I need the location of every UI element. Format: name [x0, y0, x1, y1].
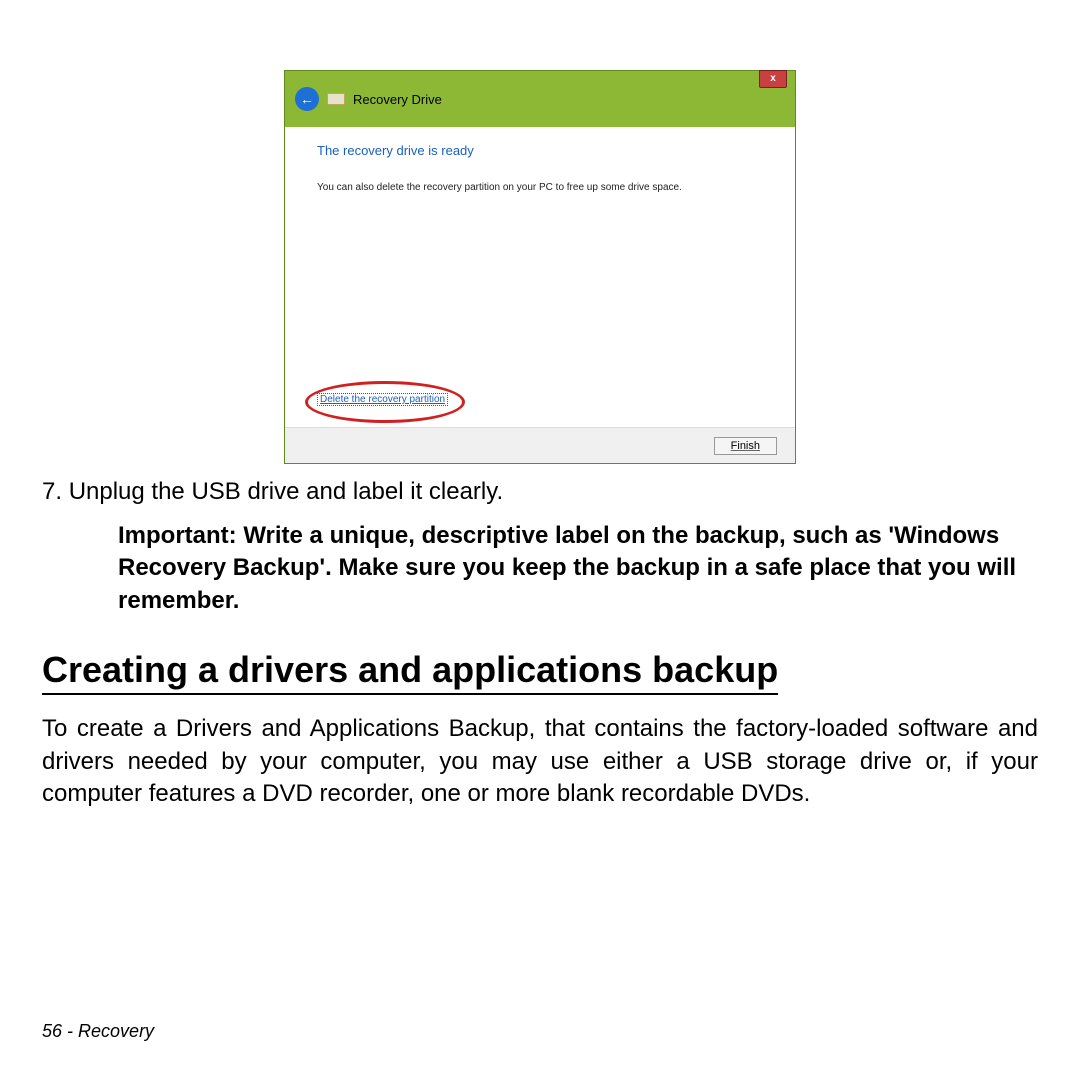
partition-link-row: Delete the recovery partition [317, 389, 448, 407]
dialog-footer: Finish [285, 427, 795, 463]
section-heading: Creating a drivers and applications back… [42, 649, 778, 695]
section-heading-wrap: Creating a drivers and applications back… [42, 649, 1038, 713]
step-7: 7. Unplug the USB drive and label it cle… [42, 478, 1038, 506]
dialog-title: Recovery Drive [353, 92, 442, 107]
dialog-titlebar: ← Recovery Drive x [285, 71, 795, 127]
important-note: Important: Write a unique, descriptive l… [118, 520, 1038, 617]
close-button[interactable]: x [759, 70, 787, 88]
back-arrow-icon: ← [300, 91, 314, 107]
step-number: 7. [42, 478, 62, 505]
dialog-body-text: You can also delete the recovery partiti… [317, 182, 763, 193]
dialog-screenshot: ← Recovery Drive x The recovery drive is… [42, 70, 1038, 464]
footer-section: Recovery [78, 1021, 154, 1041]
page-footer: 56 - Recovery [42, 1021, 154, 1042]
step-body: Unplug the USB drive and label it clearl… [69, 478, 503, 505]
back-button[interactable]: ← [295, 87, 319, 111]
section-body: To create a Drivers and Applications Bac… [42, 713, 1038, 810]
finish-button[interactable]: Finish [714, 437, 777, 455]
close-icon: x [770, 73, 776, 84]
delete-partition-link[interactable]: Delete the recovery partition [317, 393, 448, 406]
drive-icon [327, 93, 345, 105]
recovery-drive-dialog: ← Recovery Drive x The recovery drive is… [284, 70, 796, 464]
page-number: 56 [42, 1021, 62, 1041]
dialog-heading: The recovery drive is ready [317, 143, 763, 158]
dialog-body: The recovery drive is ready You can also… [285, 127, 795, 427]
